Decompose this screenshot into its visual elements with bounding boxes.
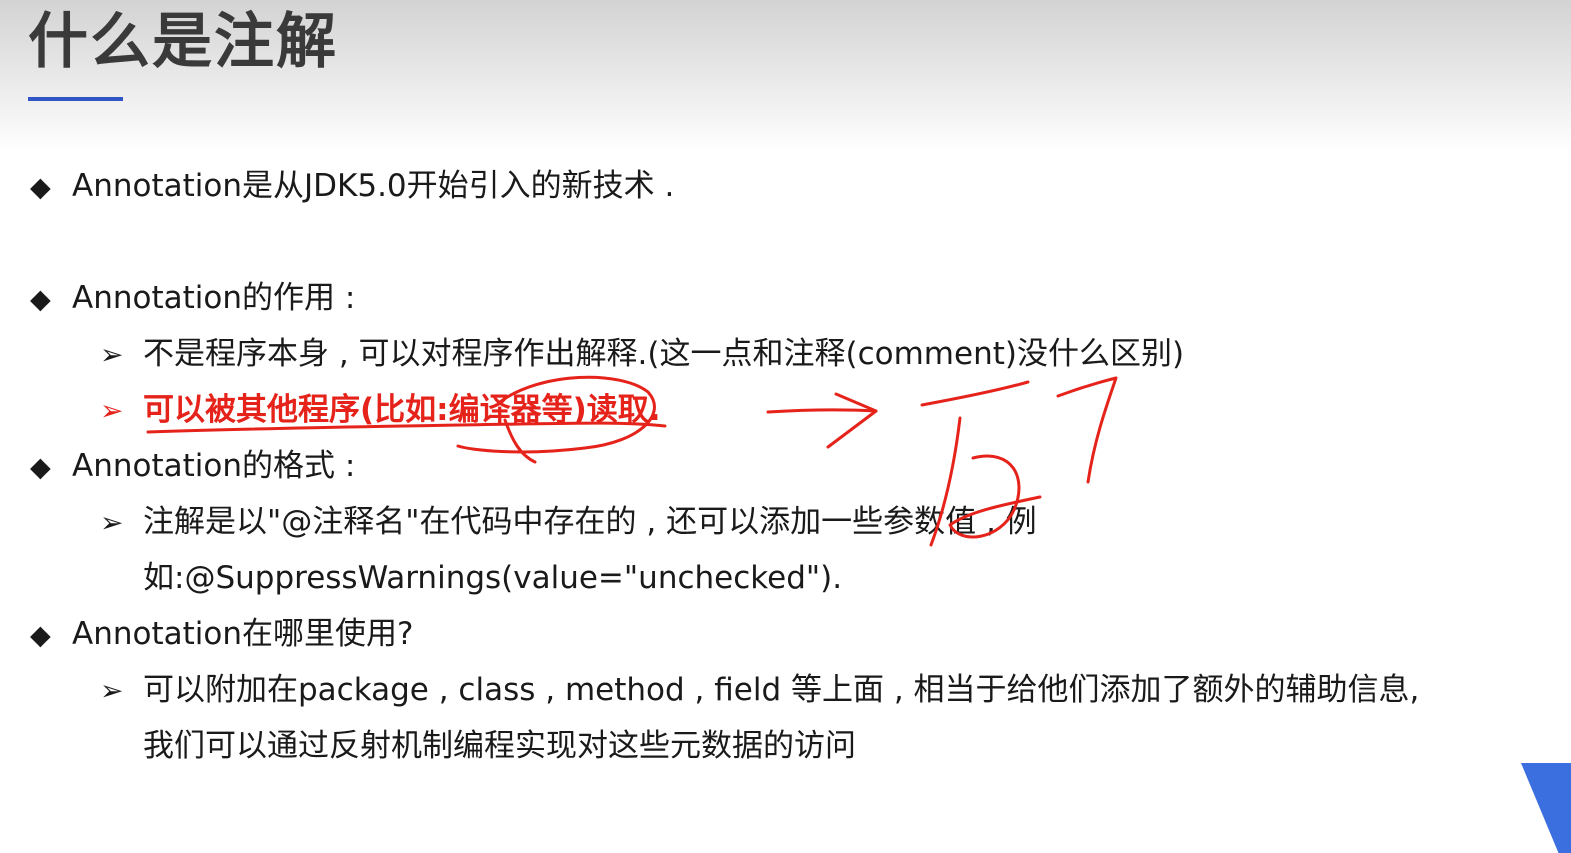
bullet-usage: ◆ Annotation在哪里使用? (30, 614, 413, 656)
subbullet-usage-desc: ➢ 可以附加在package , class , method , field 等… (100, 670, 1419, 711)
subbullet-format-example: 如:@SuppressWarnings(value="unchecked"). (143, 560, 843, 596)
arrow-bullet-icon: ➢ (100, 674, 124, 707)
subbullet-readable-highlight: ➢ 可以被其他程序(比如:编译器等)读取. (100, 390, 661, 431)
diamond-bullet-icon: ◆ (30, 452, 51, 483)
bullet-format: ◆ Annotation的格式 : (30, 446, 355, 488)
subbullet-text: 可以附加在package , class , method , field 等上… (143, 672, 1420, 708)
corner-decoration (1521, 763, 1571, 853)
bullet-text: Annotation在哪里使用? (72, 616, 414, 652)
bullet-purpose: ◆ Annotation的作用 : (30, 278, 355, 320)
diamond-bullet-icon: ◆ (30, 172, 51, 203)
subbullet-usage-cont: 我们可以通过反射机制编程实现对这些元数据的访问 (143, 728, 856, 764)
bullet-text: Annotation的格式 : (72, 448, 356, 484)
ink-char-seven (1056, 376, 1118, 484)
subbullet-explanation: ➢ 不是程序本身 , 可以对程序作出解释.(这一点和注释(comment)没什么区… (100, 334, 1184, 375)
ink-char-top-stroke (920, 380, 1030, 407)
bullet-text: Annotation是从JDK5.0开始引入的新技术 . (72, 168, 675, 204)
diamond-bullet-icon: ◆ (30, 284, 51, 315)
bullet-text: Annotation的作用 : (72, 280, 356, 316)
bullet-jdk5-intro: ◆ Annotation是从JDK5.0开始引入的新技术 . (30, 166, 674, 208)
arrow-bullet-icon: ➢ (100, 506, 124, 539)
ink-arrow-head (826, 392, 878, 449)
ink-arrow-shaft (766, 408, 878, 414)
title-underline (28, 97, 123, 101)
arrow-bullet-icon: ➢ (100, 394, 124, 427)
subbullet-text: 不是程序本身 , 可以对程序作出解释.(这一点和注释(comment)没什么区别… (143, 336, 1185, 372)
subbullet-format-desc: ➢ 注解是以"@注释名"在代码中存在的 , 还可以添加一些参数值 , 例 (100, 502, 1037, 543)
subbullet-text: 可以被其他程序(比如:编译器等)读取. (143, 392, 661, 428)
slide-title: 什么是注解 (28, 7, 338, 77)
arrow-bullet-icon: ➢ (100, 338, 124, 371)
diamond-bullet-icon: ◆ (30, 620, 51, 651)
subbullet-text: 注解是以"@注释名"在代码中存在的 , 还可以添加一些参数值 , 例 (143, 504, 1037, 540)
